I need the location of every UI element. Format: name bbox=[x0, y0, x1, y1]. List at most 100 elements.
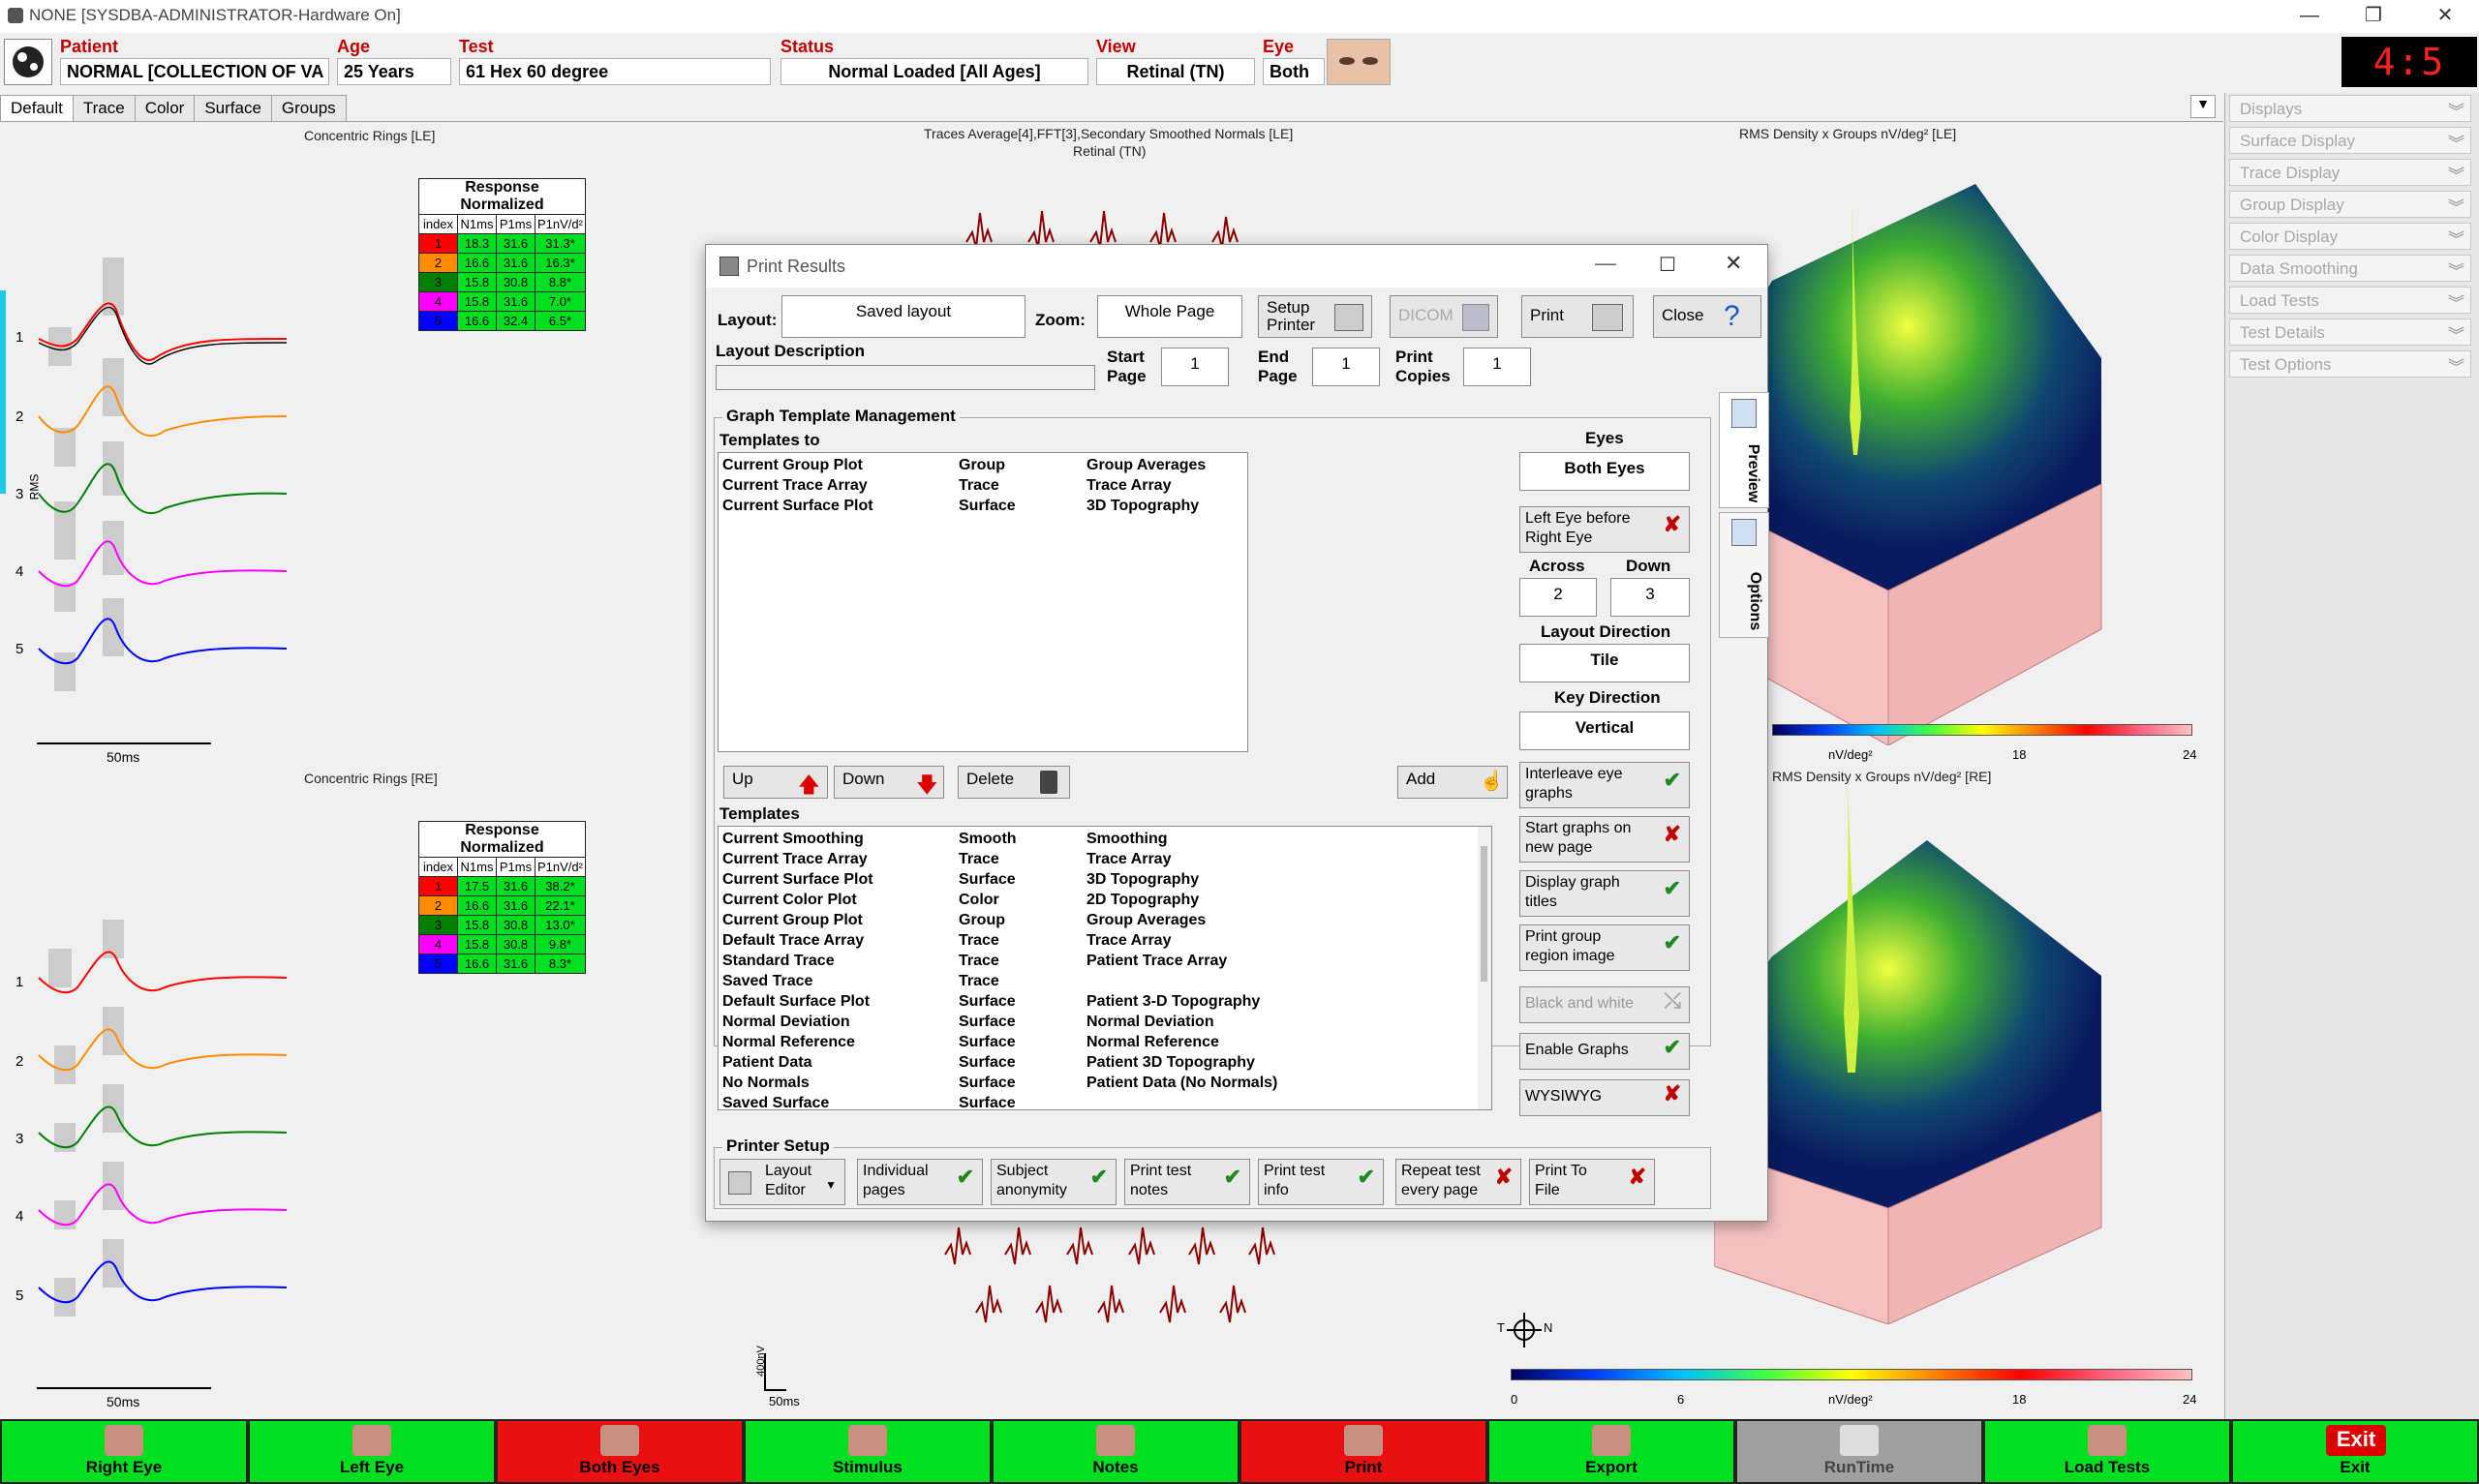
templates-list[interactable]: Current Smoothing Smooth Smoothing Current … bbox=[718, 826, 1492, 1111]
exit-button[interactable]: Exit Exit bbox=[2233, 1421, 2477, 1482]
test-field[interactable]: 61 Hex 60 degree bbox=[459, 58, 771, 85]
load-tests-button[interactable]: Load Tests bbox=[1985, 1421, 2229, 1482]
stimulus-button[interactable]: Stimulus bbox=[746, 1421, 990, 1482]
trash-icon bbox=[1040, 771, 1057, 794]
black-and-white-toggle[interactable]: Black and white ⤯ bbox=[1519, 986, 1690, 1023]
key-direction-field[interactable]: Vertical bbox=[1519, 712, 1690, 750]
both-eyes-button[interactable]: Both Eyes bbox=[498, 1421, 742, 1482]
option-label: new page bbox=[1525, 839, 1593, 856]
view-field[interactable]: Retinal (TN) bbox=[1096, 58, 1255, 85]
patient-field[interactable]: NORMAL [COLLECTION OF VA bbox=[60, 58, 329, 85]
layout-editor-button[interactable]: Layout Editor ▼ bbox=[719, 1159, 845, 1205]
cell: 18.3 bbox=[457, 233, 497, 254]
print-to-file-toggle[interactable]: Print To File ✘ bbox=[1529, 1159, 1655, 1205]
tab-default[interactable]: Default bbox=[0, 95, 74, 122]
print-copies-field[interactable]: 1 bbox=[1463, 348, 1531, 386]
minimize-icon[interactable]: — bbox=[2295, 4, 2324, 27]
scrollbar[interactable] bbox=[1478, 827, 1491, 1109]
tab-trace[interactable]: Trace bbox=[72, 95, 136, 122]
zoom-field[interactable]: Whole Page bbox=[1097, 295, 1242, 338]
add-button[interactable]: Add ☝ bbox=[1397, 766, 1508, 799]
repeat-test-every-page-toggle[interactable]: Repeat test every page ✘ bbox=[1395, 1159, 1521, 1205]
cell: Standard Trace bbox=[722, 953, 835, 969]
sidebar-trace-display[interactable]: Trace Display ︾ bbox=[2229, 159, 2471, 186]
close-button[interactable]: Close? bbox=[1653, 295, 1761, 338]
tab-options[interactable]: Options bbox=[1719, 512, 1769, 638]
eyes-field[interactable]: Both Eyes bbox=[1519, 452, 1690, 491]
subject-anonymity-toggle[interactable]: Subject anonymity ✔ bbox=[991, 1159, 1117, 1205]
sidebar-data-smoothing[interactable]: Data Smoothing ︾ bbox=[2229, 255, 2471, 282]
sidebar-displays[interactable]: Displays ︾ bbox=[2229, 95, 2471, 122]
left-eye-button[interactable]: Left Eye bbox=[250, 1421, 494, 1482]
down-button[interactable]: Down 🡇 bbox=[834, 766, 944, 799]
print-button-bottom[interactable]: Print bbox=[1241, 1421, 1485, 1482]
cell: Group bbox=[959, 457, 1005, 473]
maximize-icon[interactable]: ☐ bbox=[1659, 253, 1676, 277]
notes-button[interactable]: Notes bbox=[994, 1421, 1238, 1482]
ring-label: 4 bbox=[15, 563, 24, 580]
tab-groups[interactable]: Groups bbox=[270, 95, 347, 122]
sidebar-test-options[interactable]: Test Options ︾ bbox=[2229, 350, 2471, 378]
sidebar-color-display[interactable]: Color Display ︾ bbox=[2229, 223, 2471, 250]
button-label: Both Eyes bbox=[579, 1458, 660, 1476]
runtime-chart-icon bbox=[1840, 1425, 1879, 1456]
end-page-field[interactable]: 1 bbox=[1312, 348, 1380, 386]
start-graphs-new-page-toggle[interactable]: Start graphs on new page ✘ bbox=[1519, 816, 1690, 863]
setup-printer-button[interactable]: Setup Printer bbox=[1258, 295, 1372, 338]
enable-graphs-toggle[interactable]: Enable Graphs ✔ bbox=[1519, 1033, 1690, 1070]
sidebar-surface-display[interactable]: Surface Display ︾ bbox=[2229, 127, 2471, 154]
close-icon[interactable]: ✕ bbox=[1725, 251, 1742, 276]
tab-color[interactable]: Color bbox=[134, 95, 196, 122]
check-icon: ✔ bbox=[1663, 1035, 1681, 1059]
checklist-icon bbox=[1731, 519, 1757, 546]
table-row: 3 15.8 30.8 13.0* bbox=[418, 915, 586, 935]
colorbar-tick: 6 bbox=[1677, 1392, 1685, 1407]
print-test-info-toggle[interactable]: Print test info ✔ bbox=[1258, 1159, 1384, 1205]
compass-n: N bbox=[1544, 1320, 1553, 1335]
across-field[interactable]: 2 bbox=[1519, 578, 1597, 617]
colorbar-tick: 24 bbox=[2183, 747, 2197, 762]
right-eye-button[interactable]: Right Eye bbox=[2, 1421, 246, 1482]
dicom-button[interactable]: DICOM bbox=[1390, 295, 1498, 338]
print-test-notes-toggle[interactable]: Print test notes ✔ bbox=[1124, 1159, 1250, 1205]
right-sidebar: Displays ︾ Surface Display ︾ Trace Display… bbox=[2224, 93, 2479, 1419]
tabs-dropdown-icon[interactable]: ▼ bbox=[2190, 95, 2216, 118]
sidebar-test-details[interactable]: Test Details ︾ bbox=[2229, 318, 2471, 346]
sidebar-group-display[interactable]: Group Display ︾ bbox=[2229, 191, 2471, 218]
tab-surface[interactable]: Surface bbox=[194, 95, 272, 122]
tab-preview[interactable]: Preview bbox=[1719, 392, 1769, 508]
minimize-icon[interactable]: — bbox=[1595, 251, 1616, 276]
display-graph-titles-toggle[interactable]: Display graph titles ✔ bbox=[1519, 870, 1690, 917]
load-tests-icon bbox=[2088, 1425, 2127, 1456]
cell: Group bbox=[959, 912, 1005, 928]
sidebar-item-label: Displays bbox=[2240, 100, 2303, 118]
print-group-region-toggle[interactable]: Print group region image ✔ bbox=[1519, 924, 1690, 971]
templates-to-list[interactable]: Current Group Plot Group Group Averages Cu… bbox=[718, 452, 1248, 752]
cell: 2 bbox=[418, 253, 458, 273]
eye-field[interactable]: Both bbox=[1263, 58, 1325, 85]
status-field[interactable]: Normal Loaded [All Ages] bbox=[780, 58, 1088, 85]
start-page-field[interactable]: 1 bbox=[1161, 348, 1229, 386]
cell: Trace bbox=[959, 973, 999, 989]
scrollbar-thumb[interactable] bbox=[1481, 846, 1487, 982]
age-field[interactable]: 25 Years bbox=[337, 58, 451, 85]
individual-pages-toggle[interactable]: Individual pages ✔ bbox=[857, 1159, 983, 1205]
interleave-eye-graphs-toggle[interactable]: Interleave eye graphs ✔ bbox=[1519, 762, 1690, 808]
layout-field[interactable]: Saved layout bbox=[781, 295, 1025, 338]
up-button[interactable]: Up 🡅 bbox=[723, 766, 828, 799]
layout-desc-field[interactable] bbox=[716, 365, 1095, 390]
cell: Surface bbox=[959, 1054, 1016, 1071]
layout-direction-field[interactable]: Tile bbox=[1519, 644, 1690, 682]
down-field[interactable]: 3 bbox=[1610, 578, 1690, 617]
export-button[interactable]: Export bbox=[1489, 1421, 1733, 1482]
cell: Saved Trace bbox=[722, 973, 813, 989]
restore-icon[interactable]: ❐ bbox=[2359, 4, 2388, 27]
cell: 22.1* bbox=[535, 895, 586, 916]
sidebar-load-tests[interactable]: Load Tests ︾ bbox=[2229, 287, 2471, 314]
close-icon[interactable]: ✕ bbox=[2431, 4, 2460, 27]
delete-button[interactable]: Delete bbox=[958, 766, 1070, 799]
wysiwyg-toggle[interactable]: WYSIWYG ✘ bbox=[1519, 1079, 1690, 1116]
print-button[interactable]: Print bbox=[1521, 295, 1634, 338]
runtime-button[interactable]: RunTime bbox=[1737, 1421, 1981, 1482]
left-before-right-toggle[interactable]: Left Eye before Right Eye ✘ bbox=[1519, 506, 1690, 553]
